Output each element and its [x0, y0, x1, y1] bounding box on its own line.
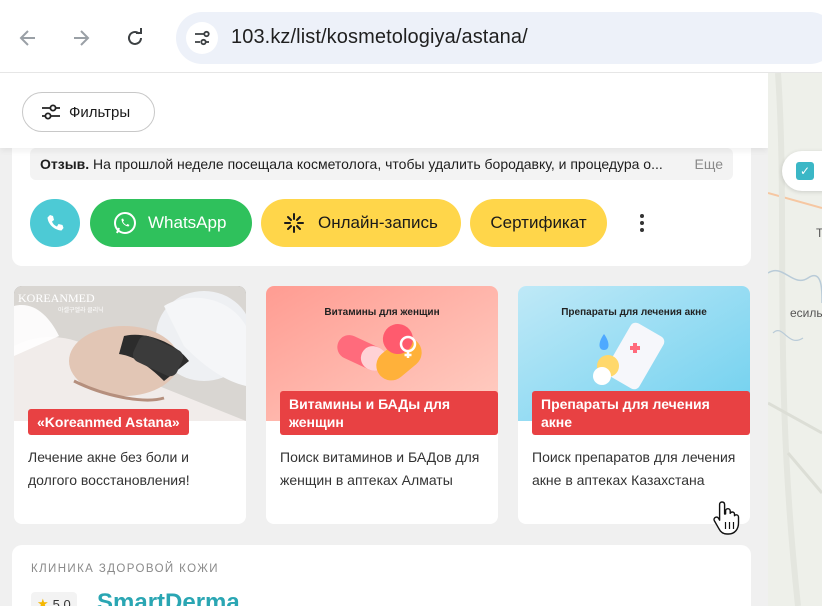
promo-badge: Препараты для лечения акне: [532, 391, 750, 435]
clinic-category: КЛИНИКА ЗДОРОВОЙ КОЖИ: [31, 563, 219, 575]
back-button[interactable]: [10, 20, 46, 56]
review-more-link[interactable]: Еще: [686, 156, 723, 172]
site-settings-icon[interactable]: [186, 22, 218, 54]
more-options-icon[interactable]: [630, 199, 654, 247]
arrow-left-icon: [19, 30, 35, 46]
sparkle-icon: [284, 213, 304, 233]
browser-toolbar: 103.kz/list/kosmetologiya/astana/: [0, 0, 822, 73]
promo-text: Лечение акне без боли и долгого восстано…: [28, 449, 190, 488]
address-bar[interactable]: 103.kz/list/kosmetologiya/astana/: [176, 12, 822, 64]
promo-image: KOREANMED 아셀구엘라 클리닉: [14, 286, 246, 421]
promo-image-title: Препараты для лечения акне: [561, 307, 707, 318]
reload-button[interactable]: [117, 20, 153, 56]
review-text: На прошлой неделе посещала косметолога, …: [89, 156, 663, 172]
hand-cursor-icon: [713, 500, 741, 541]
reload-icon: [128, 28, 142, 45]
clinic-name-link[interactable]: SmartDerma: [97, 589, 240, 606]
certificate-button[interactable]: Сертификат: [470, 199, 607, 247]
promo-image-title: Витамины для женщин: [324, 307, 440, 318]
promo-badge: «Koreanmed Astana»: [28, 409, 189, 435]
rating-badge: ★ 5.0: [31, 592, 77, 606]
promo-card-koreanmed[interactable]: KOREANMED 아셀구엘라 클리닉 «Koreanmed Astana» Л…: [14, 286, 246, 524]
whatsapp-label: WhatsApp: [148, 213, 227, 232]
checkbox-icon[interactable]: ✓: [796, 162, 814, 180]
whatsapp-button[interactable]: WhatsApp: [90, 199, 252, 247]
promo-card-vitamins[interactable]: Витамины для женщин Витамины и БАДы для …: [266, 286, 498, 524]
map-label: Т: [816, 226, 822, 240]
map-panel[interactable]: ✓ Т есиль: [768, 73, 822, 606]
arrow-right-icon: [74, 30, 90, 46]
whatsapp-icon: [114, 212, 136, 234]
promo-text: Поиск витаминов и БАДов для женщин в апт…: [280, 449, 480, 488]
url-text[interactable]: 103.kz/list/kosmetologiya/astana/: [231, 26, 528, 49]
review-prefix: Отзыв.: [40, 156, 90, 172]
sliders-icon: [42, 104, 60, 120]
clinic-card[interactable]: КЛИНИКА ЗДОРОВОЙ КОЖИ ★ 5.0 SmartDerma: [12, 545, 751, 606]
promo-card-acne[interactable]: Препараты для лечения акне Препараты для…: [518, 286, 750, 524]
map-label: есиль: [790, 306, 822, 320]
map-filter-toggle[interactable]: ✓: [782, 151, 822, 191]
review-snippet[interactable]: Отзыв. На прошлой неделе посещала космет…: [30, 148, 733, 180]
call-button[interactable]: [30, 199, 80, 247]
phone-icon: [47, 215, 64, 231]
filters-bar: Фильтры: [0, 73, 768, 148]
svg-text:아셀구엘라 클리닉: 아셀구엘라 클리닉: [58, 306, 104, 314]
certificate-label: Сертификат: [490, 213, 587, 232]
promo-text: Поиск препаратов для лечения акне в апте…: [532, 449, 736, 488]
forward-button[interactable]: [63, 20, 99, 56]
filters-button[interactable]: Фильтры: [22, 92, 155, 132]
koreanmed-logo: KOREANMED: [18, 291, 95, 305]
listing-content: Отзыв. На прошлой неделе посещала космет…: [0, 73, 768, 606]
clinic-card-previous: Отзыв. На прошлой неделе посещала космет…: [12, 133, 751, 266]
rating-value: 5.0: [52, 596, 71, 606]
online-booking-button[interactable]: Онлайн-запись: [261, 199, 461, 247]
filters-label: Фильтры: [69, 103, 131, 121]
online-booking-label: Онлайн-запись: [318, 213, 438, 232]
star-icon: ★: [37, 596, 49, 606]
promo-badge: Витамины и БАДы для женщин: [280, 391, 498, 435]
